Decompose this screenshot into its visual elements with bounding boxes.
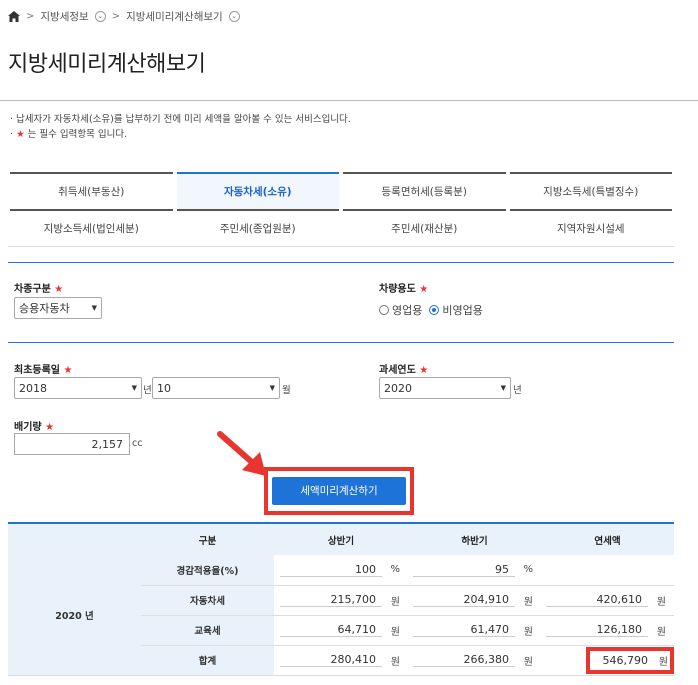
total-first-half: 280,410: [280, 653, 382, 667]
tab-acquisition-tax[interactable]: 취득세(부동산): [10, 172, 173, 209]
header-blank: [8, 522, 141, 555]
first-reg-label: 최초등록일 ★: [14, 365, 73, 376]
table-header-row: 구분 상반기 하반기 연세액: [8, 522, 674, 555]
tax-year-select[interactable]: 2020 ▼: [379, 377, 511, 399]
displacement-unit: cc: [132, 438, 143, 449]
reduction-first-half: 100: [280, 563, 382, 577]
divider: [0, 100, 698, 101]
breadcrumb-level1[interactable]: 지방세정보: [40, 9, 88, 24]
row-label: 자동차세: [141, 585, 274, 616]
car-use-radio-group: 영업용 비영업용: [379, 302, 483, 318]
notice-line1: · 납세자가 자동차세(소유)를 납부하기 전에 미리 세액을 알아볼 수 있는…: [10, 114, 351, 125]
dropdown-caret-icon: ▼: [131, 384, 137, 392]
total-annual: 546,790: [602, 653, 649, 667]
car-type-select[interactable]: 승용자동차 ▼: [14, 297, 102, 319]
month-unit: 월: [282, 385, 291, 396]
calculate-button[interactable]: 세액미리계산하기: [272, 477, 406, 505]
divider: [8, 262, 674, 263]
notice: · 납세자가 자동차세(소유)를 납부하기 전에 미리 세액을 알아볼 수 있는…: [10, 112, 351, 142]
dropdown-caret-icon: ▼: [269, 384, 275, 392]
edu-tax-first-half: 64,710: [280, 623, 382, 637]
dropdown-caret-icon: ▼: [500, 384, 506, 392]
dropdown-caret-icon: ▼: [91, 304, 97, 312]
header-category: 구분: [141, 522, 274, 555]
year-label: 2020 년: [8, 555, 141, 676]
first-reg-month-select[interactable]: 10 ▼: [152, 377, 280, 399]
tab-row-1: 취득세(부동산) 자동차세(소유) 등록면허세(등록분) 지방소득세(특별징수): [8, 172, 674, 209]
header-first-half: 상반기: [274, 522, 408, 555]
notice-line2: · ★ 는 필수 입력항목 입니다.: [10, 129, 128, 140]
displacement-input[interactable]: 2,157: [14, 433, 130, 455]
chevron-down-icon[interactable]: ⌄: [228, 11, 240, 22]
tab-resident-tax-property[interactable]: 주민세(재산분): [343, 209, 506, 246]
tab-registration-tax[interactable]: 등록면허세(등록분): [343, 172, 506, 209]
divider: [8, 342, 674, 343]
page-title: 지방세미리계산해보기: [8, 52, 206, 77]
row-label: 합계: [141, 645, 274, 676]
edu-tax-second-half: 61,470: [413, 623, 515, 637]
radio-commercial[interactable]: [379, 305, 389, 315]
calc-button-highlight: 세액미리계산하기: [264, 467, 414, 515]
tab-vehicle-tax[interactable]: 자동차세(소유): [176, 172, 339, 209]
tab-resident-tax-employee[interactable]: 주민세(종업원분): [176, 209, 339, 246]
table-row: 2020 년 경감적용율(%) 100% 95%: [8, 555, 674, 676]
breadcrumb: > 지방세정보 ⌄ > 지방세미리계산해보기 ⌄: [8, 9, 240, 24]
total-second-half: 266,380: [413, 653, 515, 667]
header-annual: 연세액: [541, 522, 674, 555]
car-use-label: 차량용도 ★: [379, 284, 429, 295]
vehicle-tax-first-half: 215,700: [280, 593, 382, 607]
car-type-label: 차종구분 ★: [14, 284, 64, 295]
chevron-right-icon: >: [26, 11, 35, 22]
breadcrumb-level2[interactable]: 지방세미리계산해보기: [126, 9, 223, 24]
vehicle-tax-annual: 420,610: [546, 593, 648, 607]
row-label: 경감적용율(%): [141, 555, 274, 586]
tax-year-unit: 년: [513, 385, 522, 396]
result-table: 구분 상반기 하반기 연세액 2020 년 경감적용율(%) 100% 95% …: [8, 522, 674, 676]
radio-noncommercial[interactable]: [429, 305, 440, 315]
reduction-second-half: 95: [413, 563, 515, 577]
divider: [8, 246, 674, 247]
tax-year-label: 과세연도 ★: [379, 365, 429, 376]
chevron-down-icon[interactable]: ⌄: [94, 11, 106, 22]
edu-tax-annual: 126,180: [546, 623, 648, 637]
tab-local-income-tax-corp[interactable]: 지방소득세(법인세분): [10, 209, 173, 246]
vehicle-tax-second-half: 204,910: [413, 593, 515, 607]
row-label: 교육세: [141, 615, 274, 646]
required-star-icon: ★: [16, 129, 25, 140]
tab-local-income-tax-special[interactable]: 지방소득세(특별징수): [509, 172, 672, 209]
first-reg-year-select[interactable]: 2018 ▼: [14, 377, 142, 399]
displacement-label: 배기량 ★: [14, 422, 55, 433]
tab-regional-resource-tax[interactable]: 지역자원시설세: [509, 209, 672, 246]
tab-row-2: 지방소득세(법인세분) 주민세(종업원분) 주민세(재산분) 지역자원시설세: [8, 209, 674, 246]
header-second-half: 하반기: [408, 522, 541, 555]
year-unit: 년: [143, 385, 152, 396]
home-icon[interactable]: [8, 11, 20, 22]
total-annual-highlight: 546,790 원: [586, 646, 674, 674]
chevron-right-icon: >: [111, 11, 121, 22]
